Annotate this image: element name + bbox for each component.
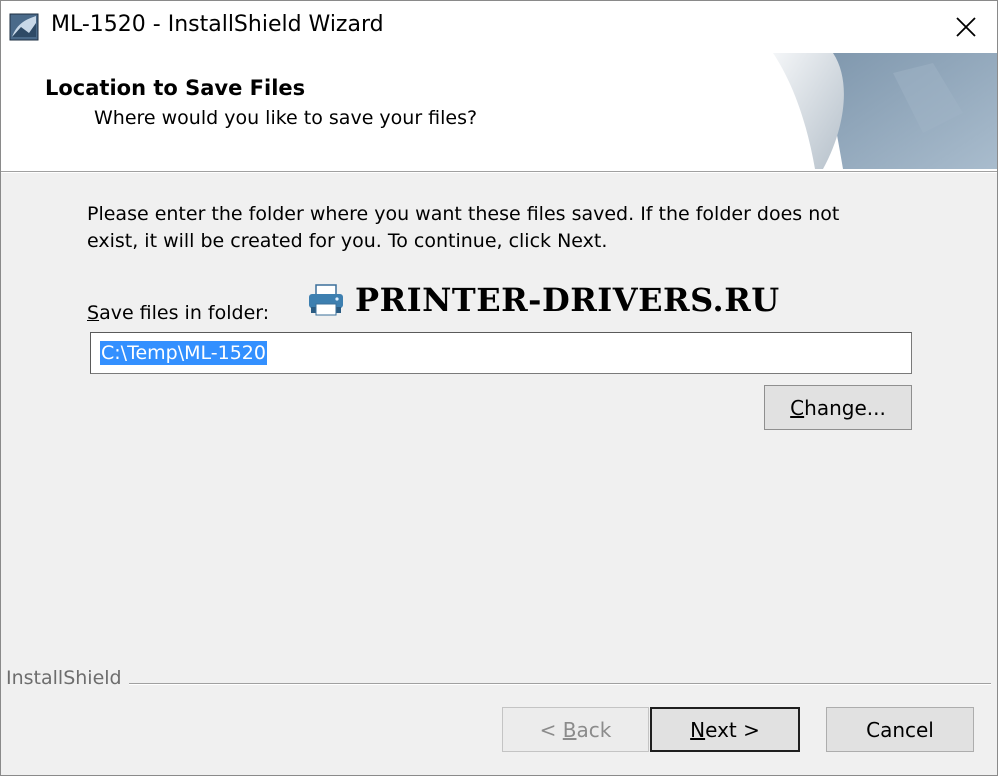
page-subtitle: Where would you like to save your files?: [94, 107, 478, 129]
footer-divider: [129, 683, 991, 685]
page-title: Location to Save Files: [45, 76, 306, 100]
instructions-text: Please enter the folder where you want t…: [87, 203, 840, 252]
change-button-accelerator: C: [790, 395, 805, 420]
next-button-label: ext >: [705, 717, 760, 742]
cancel-button[interactable]: Cancel: [826, 707, 974, 752]
save-folder-input[interactable]: C:\Temp\ML-1520: [90, 332, 912, 374]
installshield-app-icon: [9, 13, 39, 41]
printer-icon: [309, 284, 343, 316]
watermark-text: PRINTER-DRIVERS.RU: [355, 281, 780, 319]
save-folder-label-text: ave files in folder:: [99, 302, 270, 324]
close-icon: [956, 17, 976, 37]
installer-window: ML-1520 - InstallShield Wizard Location …: [0, 0, 998, 776]
back-button-prefix: <: [539, 717, 563, 742]
watermark: PRINTER-DRIVERS.RU: [307, 281, 780, 319]
title-bar: ML-1520 - InstallShield Wizard: [1, 1, 997, 53]
wizard-header: Location to Save Files Where would you l…: [1, 53, 997, 172]
save-folder-label: Save files in folder:: [87, 302, 269, 324]
window-title: ML-1520 - InstallShield Wizard: [51, 12, 384, 37]
back-button[interactable]: < Back: [502, 707, 649, 752]
next-button-accelerator: N: [690, 717, 706, 742]
page-curl-graphic: [773, 53, 997, 169]
change-button-label: hange...: [804, 395, 886, 420]
save-folder-value: C:\Temp\ML-1520: [100, 341, 267, 365]
close-button[interactable]: [935, 1, 997, 53]
back-button-label: ack: [576, 717, 612, 742]
next-button[interactable]: Next >: [650, 707, 800, 752]
change-button[interactable]: Change...: [764, 385, 912, 430]
back-button-accelerator: B: [562, 717, 577, 742]
save-folder-label-accelerator: S: [87, 302, 100, 324]
installshield-brand-label: InstallShield: [6, 667, 122, 689]
